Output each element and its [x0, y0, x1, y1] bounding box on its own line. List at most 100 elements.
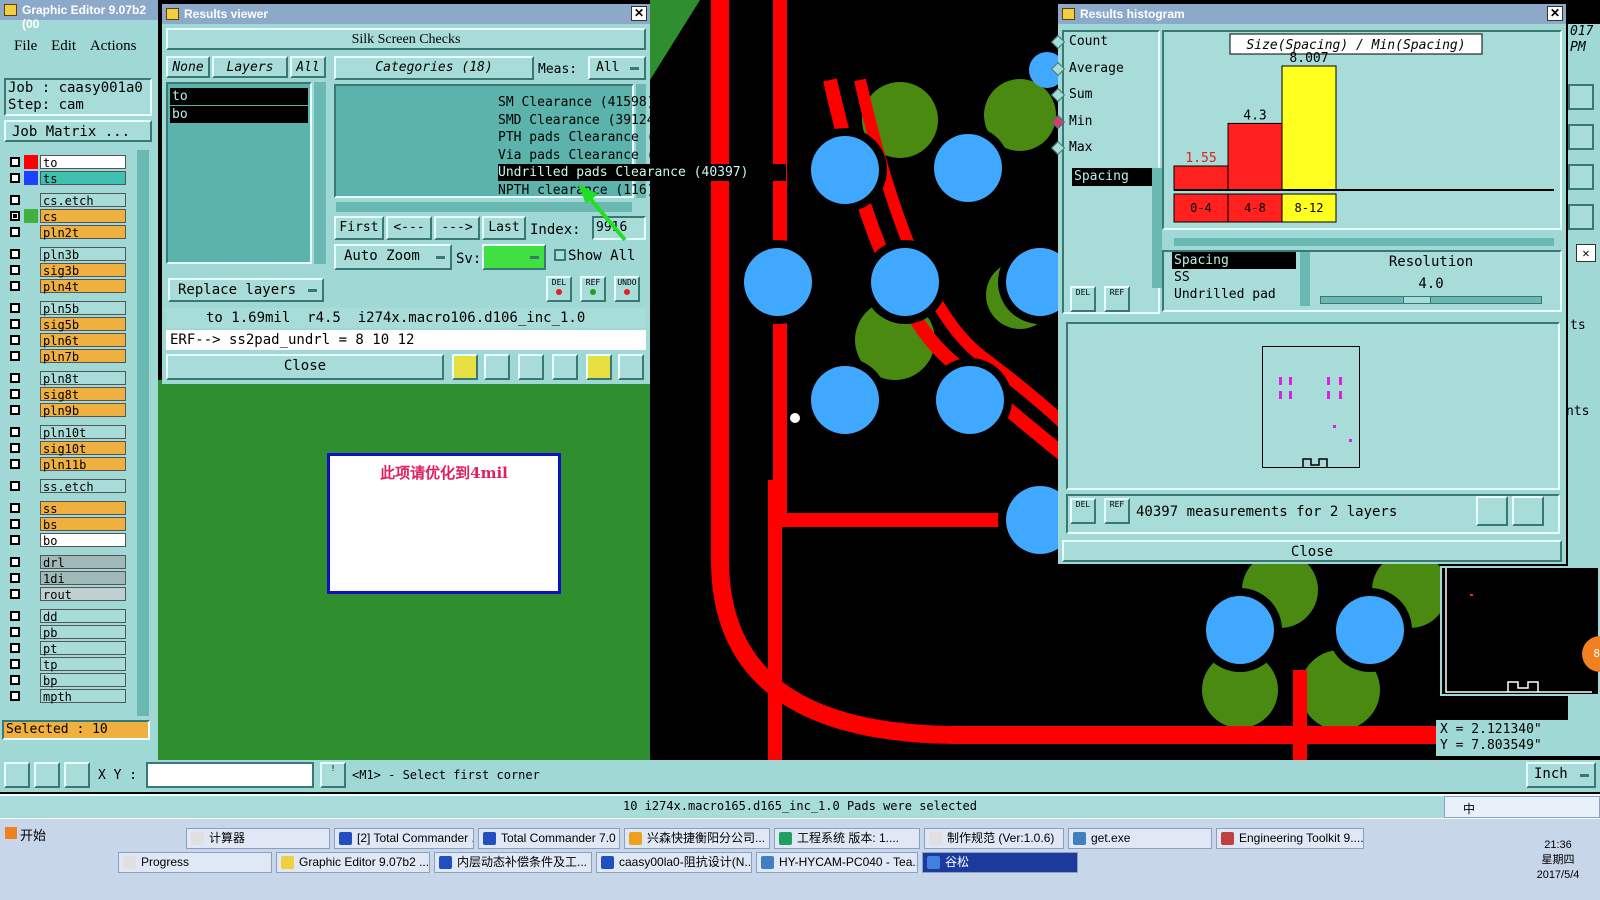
histogram-close-button[interactable]: Close — [1062, 540, 1562, 562]
overview-map[interactable] — [1440, 566, 1600, 696]
taskbar-label: 计算器 — [209, 831, 246, 845]
summary-text: 40397 measurements for 2 layers — [1136, 504, 1398, 520]
close-icon[interactable]: ✕ — [1547, 6, 1563, 21]
taskbar-button[interactable]: 内层动态补偿条件及工... — [434, 852, 592, 873]
taskbar-button[interactable]: 计算器 — [186, 828, 330, 849]
right-fragment-4: nts — [1566, 404, 1590, 419]
note-box: 此项请优化到4mil — [327, 453, 561, 594]
app-icon — [761, 856, 774, 869]
summary-del-button[interactable]: DEL — [1070, 498, 1096, 524]
taskbar-button[interactable]: Engineering Toolkit 9.... — [1216, 828, 1364, 849]
hint-text: <M1> - Select first corner — [352, 768, 540, 782]
window-icon — [1062, 8, 1075, 20]
taskbar-button[interactable]: 兴森快捷衡阳分公司... — [624, 828, 770, 849]
grid-tool-icon[interactable] — [64, 762, 90, 788]
tool-icon[interactable] — [1568, 204, 1594, 230]
histogram-bar[interactable] — [1227, 122, 1283, 191]
spacing-list-item[interactable]: SS — [1172, 269, 1296, 286]
tool-icon[interactable] — [1568, 124, 1594, 150]
mode-radio-average[interactable]: Average — [1053, 61, 1124, 77]
xy-label: X Y : — [98, 768, 138, 783]
chart-title: Size(Spacing) / Min(Spacing) — [1246, 38, 1465, 53]
hist-del-button[interactable]: DEL — [1070, 286, 1096, 312]
units-select[interactable]: Inch — [1526, 762, 1596, 788]
taskbar-button[interactable]: Graphic Editor 9.07b2 ... — [276, 852, 430, 873]
mode-scrollbar[interactable] — [1152, 168, 1162, 288]
resolution-label: Resolution — [1388, 254, 1474, 270]
taskbar-button[interactable]: get.exe — [1068, 828, 1212, 849]
taskbar-label: HY-HYCAM-PC040 - Tea... — [779, 855, 918, 869]
spacing-list[interactable]: Spacing SS Undrilled pad — [1172, 252, 1296, 306]
preview-thumbnail — [1262, 346, 1360, 468]
info-icon[interactable]: ! — [320, 762, 346, 788]
x-coord: X = 2.121340" — [1440, 722, 1542, 737]
app-icon — [929, 832, 942, 845]
help-icon[interactable] — [1568, 164, 1594, 190]
taskbar-label: Total Commander 7.0 ... — [501, 831, 620, 845]
app-icon — [601, 856, 614, 869]
spacing-scrollbar[interactable] — [1300, 252, 1310, 306]
spacing-list-item[interactable]: Undrilled pad — [1172, 286, 1296, 303]
bar-value-label: 8.007 — [1289, 51, 1328, 66]
ime-bar[interactable]: 中 — [1444, 796, 1600, 818]
right-fragment-2: PM — [1570, 40, 1586, 55]
taskbar-button[interactable]: HY-HYCAM-PC040 - Tea... — [756, 852, 918, 873]
ref-label: REF — [1109, 288, 1125, 297]
select-tool-icon[interactable] — [4, 762, 30, 788]
resolution-slider[interactable] — [1320, 296, 1542, 304]
chart-hscrollbar[interactable] — [1174, 238, 1554, 246]
right-fragment-1: 017 — [1570, 24, 1594, 39]
histogram-bar[interactable] — [1281, 65, 1337, 191]
y-coord: Y = 7.803549" — [1440, 738, 1542, 753]
xy-input[interactable] — [146, 762, 314, 788]
bar-value-label: 1.55 — [1185, 151, 1216, 166]
taskbar-label: Graphic Editor 9.07b2 ... — [299, 855, 430, 869]
histogram-title-text: Results histogram — [1080, 7, 1185, 21]
taskbar-label: [2] Total Commander ... — [357, 831, 474, 845]
histogram-bar[interactable] — [1173, 165, 1229, 191]
taskbar-button[interactable]: Total Commander 7.0 ... — [478, 828, 620, 849]
app-icon — [629, 832, 642, 845]
taskbar-button[interactable]: caasy00la0-阻抗设计(N... — [596, 852, 752, 873]
spacing-selector[interactable]: Spacing — [1072, 168, 1152, 186]
app-icon — [483, 832, 496, 845]
app-icon — [1073, 832, 1086, 845]
start-button[interactable]: 开始 — [2, 822, 64, 846]
note-text: 此项请优化到4mil — [380, 464, 508, 482]
print-icon[interactable] — [1512, 496, 1544, 526]
del-label: DEL — [1075, 288, 1091, 297]
ime-label: 中 — [1463, 802, 1476, 816]
mode-radio-max[interactable]: Max — [1053, 140, 1092, 156]
mode-radio-count[interactable]: Count — [1053, 34, 1108, 50]
taskbar-button[interactable]: 工程系统 版本: 1.... — [774, 828, 920, 849]
taskbar-button[interactable]: 谷松 — [922, 852, 1078, 873]
clock-date: 2017/5/4 — [1536, 869, 1580, 881]
clock[interactable]: 21:36 星期四 2017/5/4 — [1528, 838, 1588, 883]
summary-ref-button[interactable]: REF — [1104, 498, 1130, 524]
app-icon — [281, 856, 294, 869]
close-icon[interactable]: ✕ — [1576, 244, 1596, 262]
taskbar-button[interactable]: 制作规范 (Ver:1.0.6) — [924, 828, 1064, 849]
taskbar-label: Engineering Toolkit 9.... — [1239, 831, 1364, 845]
taskbar-label: 内层动态补偿条件及工... — [457, 855, 588, 869]
clock-day: 星期四 — [1541, 854, 1575, 866]
start-label: 开始 — [20, 828, 47, 843]
resolution-slider-thumb[interactable] — [1403, 296, 1431, 304]
taskbar-button[interactable]: Progress — [118, 852, 272, 873]
hist-ref-button[interactable]: REF — [1104, 286, 1130, 312]
spacing-list-item[interactable]: Spacing — [1172, 252, 1296, 269]
taskbar-button[interactable]: [2] Total Commander ... — [334, 828, 474, 849]
app-icon — [1221, 832, 1234, 845]
status-bar: 10 i274x.macro165.d165_inc_1.0 Pads were… — [0, 794, 1600, 818]
taskbar-label: 谷松 — [945, 855, 970, 869]
export-icon[interactable] — [1476, 496, 1508, 526]
histogram-chart: Size(Spacing) / Min(Spacing) 1.55 0-4 4.3 4-… — [1173, 33, 1554, 223]
app-icon — [927, 856, 940, 869]
mode-radio-sum[interactable]: Sum — [1053, 87, 1092, 103]
tool-icon[interactable] — [1568, 84, 1594, 110]
taskbar-label: Progress — [141, 855, 190, 869]
start-icon — [5, 827, 17, 839]
clock-time: 21:36 — [1544, 839, 1572, 851]
mode-radio-min[interactable]: Min — [1053, 114, 1092, 130]
measure-tool-icon[interactable] — [34, 762, 60, 788]
